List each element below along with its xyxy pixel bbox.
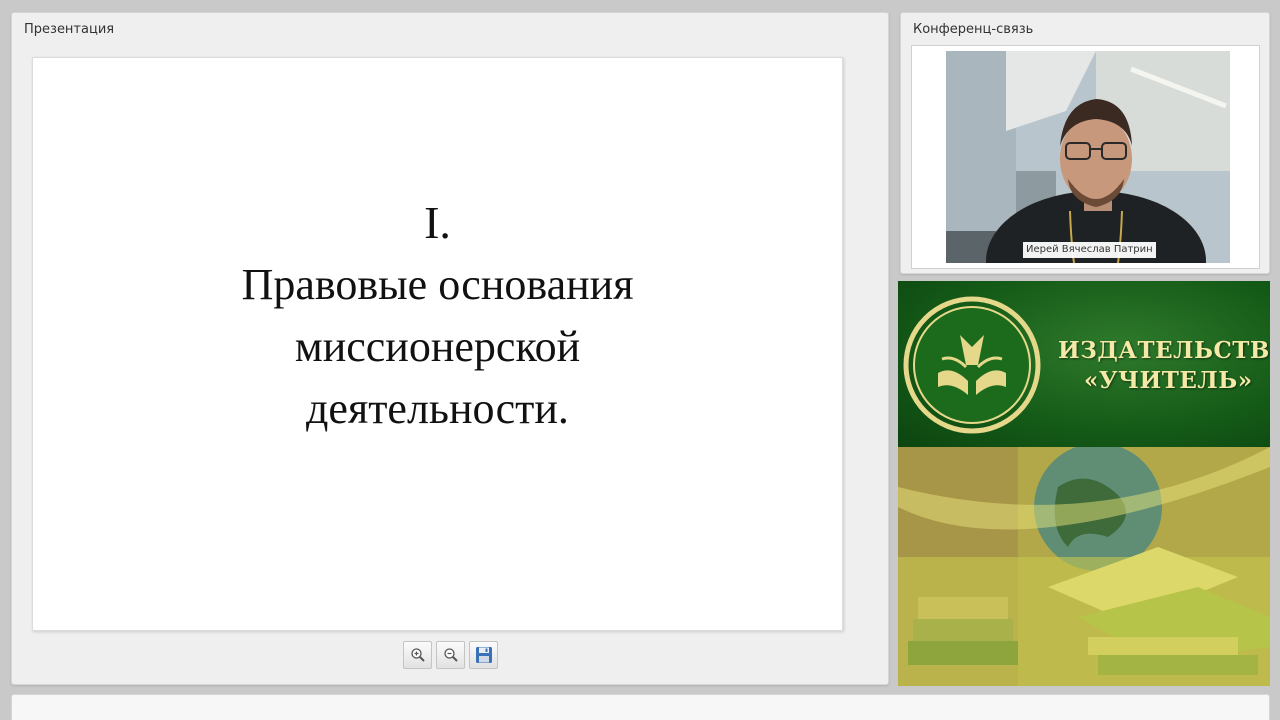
publisher-name-line2: «УЧИТЕЛЬ» <box>1084 367 1253 394</box>
publisher-banner-image <box>898 443 1270 686</box>
publisher-banner-top: ИЗДАТЕЛЬСТВО «УЧИТЕЛЬ» <box>898 281 1270 447</box>
presentation-panel-title: Презентация <box>24 22 115 37</box>
slide-number: I. <box>424 197 451 248</box>
zoom-in-icon <box>410 648 425 662</box>
zoom-in-button[interactable] <box>403 641 432 669</box>
save-button[interactable] <box>469 641 498 669</box>
zoom-out-button[interactable] <box>436 641 465 669</box>
publisher-banner: ИЗДАТЕЛЬСТВО «УЧИТЕЛЬ» <box>898 281 1270 686</box>
conference-panel-title: Конференц-связь <box>913 22 1034 37</box>
conference-panel: Конференц-связь Иерей Вячеслав Патрин <box>900 12 1270 274</box>
publisher-logo-icon <box>903 296 1041 434</box>
video-frame: Иерей Вячеслав Патрин <box>911 45 1260 269</box>
presentation-toolbar <box>403 641 498 669</box>
bottom-panel <box>11 694 1270 720</box>
slide-line-2: миссионерской <box>294 322 581 371</box>
speaker-video[interactable]: Иерей Вячеслав Патрин <box>946 51 1230 263</box>
save-icon <box>475 647 492 663</box>
zoom-out-icon <box>443 648 458 662</box>
slide-line-1: Правовые основания <box>241 260 634 309</box>
speaker-video-image <box>946 51 1230 263</box>
speaker-name-label: Иерей Вячеслав Патрин <box>1023 242 1156 258</box>
books-globe-illustration <box>898 443 1270 686</box>
publisher-name-line1: ИЗДАТЕЛЬСТВО <box>1058 337 1270 364</box>
presentation-slide: I. Правовые основания миссионерской деят… <box>32 57 843 631</box>
presentation-panel: Презентация I. Правовые основания миссио… <box>11 12 889 685</box>
slide-line-3: деятельности. <box>306 384 569 433</box>
